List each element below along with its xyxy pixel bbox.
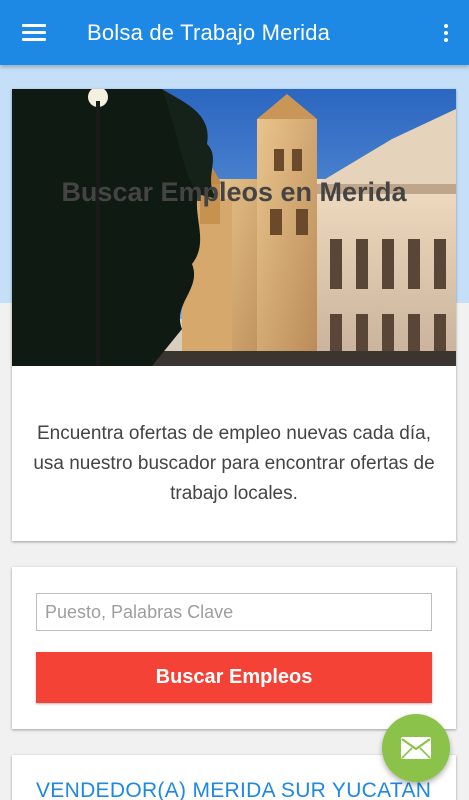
- overflow-menu-button[interactable]: [423, 0, 469, 65]
- menu-button[interactable]: [0, 0, 68, 65]
- hero-card: Buscar Empleos en Merida Encuentra ofert…: [12, 89, 456, 541]
- hero-title: Buscar Empleos en Merida: [61, 177, 407, 207]
- merida-cathedral-image: [12, 89, 456, 366]
- app-bar: Bolsa de Trabajo Merida: [0, 0, 469, 65]
- app-title: Bolsa de Trabajo Merida: [87, 19, 331, 45]
- hero-description: Encuentra ofertas de empleo nuevas cada …: [33, 423, 435, 504]
- search-card: Buscar Empleos: [12, 567, 456, 729]
- contact-fab[interactable]: [382, 714, 450, 782]
- more-vertical-icon: [444, 23, 448, 28]
- job-title-link[interactable]: VENDEDOR(A) MERIDA SUR YUCATAN: [36, 779, 431, 800]
- hamburger-menu-icon: [22, 24, 46, 41]
- search-input[interactable]: [36, 593, 432, 631]
- search-button[interactable]: Buscar Empleos: [36, 652, 432, 703]
- mail-icon: [401, 737, 431, 759]
